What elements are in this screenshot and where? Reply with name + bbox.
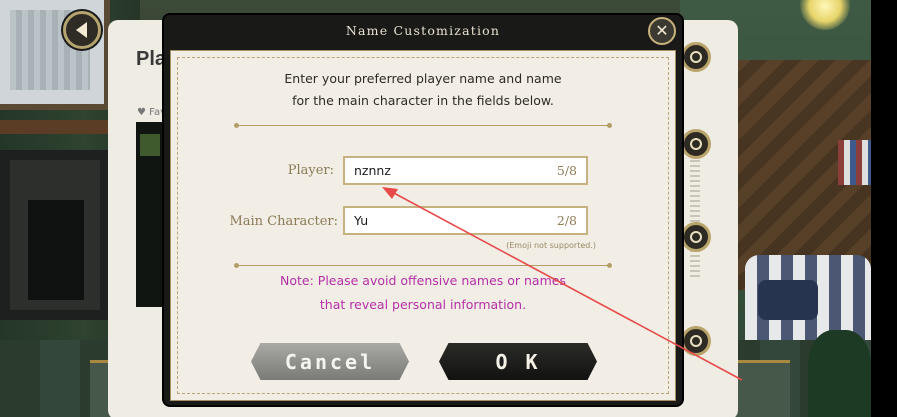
background-thumbnail bbox=[136, 122, 166, 307]
player-label: Player: bbox=[287, 163, 334, 178]
background-favorites-label: ♥ Fav bbox=[137, 107, 167, 118]
cancel-button[interactable]: Cancel bbox=[251, 343, 409, 380]
gear-icon[interactable] bbox=[681, 129, 711, 159]
main-character-char-count: 2/8 bbox=[556, 213, 577, 228]
potted-plant bbox=[808, 330, 871, 417]
emoji-not-supported-note: (Emoji not supported.) bbox=[506, 241, 596, 250]
fireplace bbox=[0, 150, 110, 320]
back-arrow-icon bbox=[75, 22, 87, 38]
player-name-value: nznnz bbox=[354, 163, 391, 178]
note-line-1: Note: Please avoid offensive names or na… bbox=[280, 273, 566, 288]
dialog-instructions: Enter your preferred player name and nam… bbox=[170, 68, 676, 112]
naming-policy-note: Note: Please avoid offensive names or na… bbox=[170, 269, 676, 317]
main-character-label: Main Character: bbox=[229, 214, 338, 229]
main-character-name-input[interactable]: Yu 2/8 bbox=[343, 206, 588, 235]
dialog-title: Name Customization bbox=[345, 23, 501, 38]
screen-edge-letterbox bbox=[871, 0, 897, 417]
gear-icon[interactable] bbox=[681, 326, 711, 356]
sofa-cushion bbox=[758, 280, 818, 320]
background-dotted-lines bbox=[690, 160, 700, 280]
note-line-2: that reveal personal information. bbox=[319, 297, 527, 312]
player-name-char-count: 5/8 bbox=[556, 163, 577, 178]
back-button[interactable] bbox=[63, 11, 101, 49]
bottom-divider bbox=[234, 263, 612, 268]
bookshelf-books bbox=[838, 140, 871, 185]
main-character-name-value: Yu bbox=[354, 213, 369, 228]
player-name-input[interactable]: nznnz 5/8 bbox=[343, 156, 588, 185]
close-button[interactable]: ✕ bbox=[648, 17, 676, 45]
gear-icon[interactable] bbox=[681, 222, 711, 252]
ok-button[interactable]: O K bbox=[439, 343, 597, 380]
top-divider bbox=[234, 123, 612, 128]
instructions-line-2: for the main character in the fields bel… bbox=[292, 93, 554, 108]
background-panel-title: Pla bbox=[136, 48, 167, 70]
instructions-line-1: Enter your preferred player name and nam… bbox=[284, 71, 562, 86]
gear-icon[interactable] bbox=[681, 42, 711, 72]
close-icon: ✕ bbox=[655, 21, 669, 40]
